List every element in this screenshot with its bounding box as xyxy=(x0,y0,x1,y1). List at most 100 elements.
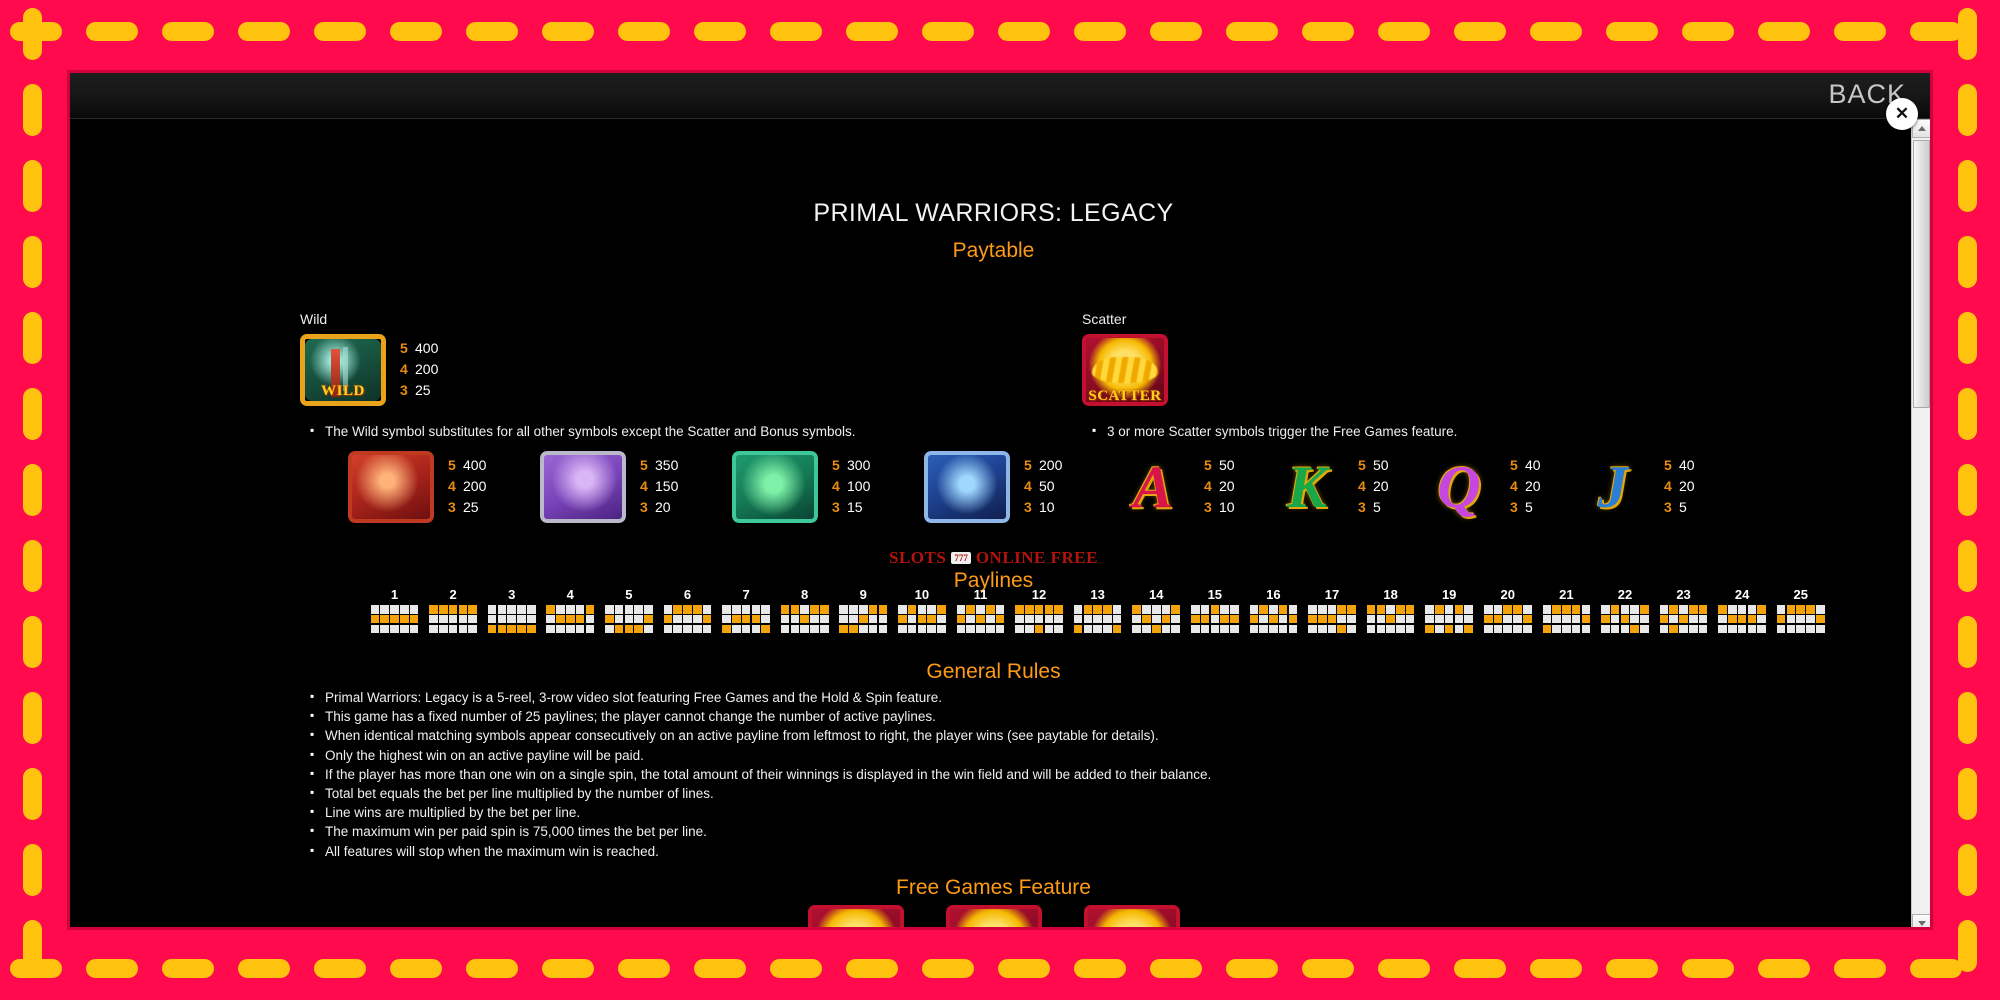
payline-cell xyxy=(1601,614,1610,624)
payline-number: 17 xyxy=(1324,587,1340,602)
payline-cell xyxy=(751,605,761,614)
payline-cell xyxy=(1581,624,1591,634)
payline-cell xyxy=(1503,614,1513,624)
payline-cell xyxy=(956,605,966,614)
payline-cell xyxy=(1757,624,1767,634)
payline-number: 23 xyxy=(1676,587,1691,602)
payline-cell xyxy=(1786,605,1796,614)
payline-cell xyxy=(722,605,731,614)
payline-cell xyxy=(790,614,800,624)
payline-cell xyxy=(1200,624,1210,634)
payline-cell xyxy=(722,624,731,634)
payline-cell xyxy=(858,614,868,624)
payline-cell xyxy=(634,605,643,614)
purple-huntress-payout-list: 5 350 4 150 3 20 xyxy=(640,451,678,518)
payline-cell xyxy=(1698,614,1708,624)
payline-cell xyxy=(741,605,751,614)
payline-cell xyxy=(546,624,556,634)
payline-cell xyxy=(1610,605,1620,614)
payline-cell xyxy=(1483,605,1493,614)
payout-count: 3 xyxy=(448,499,456,515)
payline-cell xyxy=(439,614,448,624)
payline-cell xyxy=(624,614,634,624)
payline-cell xyxy=(731,605,741,614)
payline-6: 6 xyxy=(663,587,712,634)
payout-count: 5 xyxy=(1510,457,1518,473)
payline-cell xyxy=(751,624,761,634)
scroll-down-arrow-icon[interactable] xyxy=(1912,914,1930,927)
payline-cell xyxy=(1679,605,1688,614)
payline-cell xyxy=(1816,605,1825,614)
payline-grid xyxy=(663,605,712,634)
payline-cell xyxy=(1044,624,1054,634)
payline-cell xyxy=(927,624,936,634)
payline-grid xyxy=(546,605,595,634)
wild-symbol-icon: WILD xyxy=(300,334,386,406)
payout-amount: 350 xyxy=(655,457,679,473)
payline-cell xyxy=(644,605,653,614)
payline-cell xyxy=(1806,624,1815,634)
payout-count: 3 xyxy=(1510,499,1518,515)
payline-cell xyxy=(1024,614,1034,624)
payline-cell xyxy=(507,605,516,614)
general-rules-list: Primal Warriors: Legacy is a 5-reel, 3-r… xyxy=(310,689,1211,863)
payline-cell xyxy=(458,624,468,634)
symbol-cell-card-k: K 5 50 4 20 3 5 xyxy=(1270,451,1389,523)
payout-amount: 20 xyxy=(1525,478,1541,494)
payline-cell xyxy=(1493,624,1503,634)
payline-number: 16 xyxy=(1266,587,1281,602)
payline-cell xyxy=(1689,624,1698,634)
payline-cell xyxy=(1220,624,1229,634)
payline-cell xyxy=(575,614,585,624)
payout-count: 4 xyxy=(832,478,840,494)
payline-cell xyxy=(819,605,829,614)
scrollbar-thumb[interactable] xyxy=(1913,140,1930,408)
payline-grid xyxy=(839,605,888,634)
payline-cell xyxy=(1669,614,1679,624)
scatter-caption: SCATTER xyxy=(1088,388,1162,404)
payline-cell xyxy=(868,624,878,634)
payline-cell xyxy=(1103,614,1112,624)
payline-grid xyxy=(1366,605,1415,634)
payline-cell xyxy=(780,624,790,634)
payline-cell xyxy=(1376,614,1386,624)
payline-cell xyxy=(1327,624,1337,634)
payout-amount: 300 xyxy=(847,457,871,473)
payline-cell xyxy=(1435,605,1444,614)
payline-cell xyxy=(985,614,995,624)
payline-cell xyxy=(1132,624,1141,634)
payline-cell xyxy=(1679,624,1688,634)
green-amulet-payout-row: 5 300 xyxy=(832,455,870,476)
payline-cell xyxy=(1327,605,1337,614)
payout-amount: 25 xyxy=(415,382,431,398)
card-k-payout-row: 35 xyxy=(1358,497,1389,518)
payline-cell xyxy=(858,624,868,634)
payline-cell xyxy=(1503,605,1513,614)
payline-cell xyxy=(1151,605,1161,614)
card-a-payout-row: 3 10 xyxy=(1204,497,1235,518)
payline-cell xyxy=(1024,605,1034,614)
payline-16: 16 xyxy=(1249,587,1298,634)
vertical-scrollbar[interactable] xyxy=(1911,119,1930,927)
payline-grid xyxy=(1776,605,1825,634)
payline-cell xyxy=(1425,605,1434,614)
payline-cell xyxy=(1435,624,1444,634)
green-amulet-icon xyxy=(732,451,818,523)
payline-cell xyxy=(1142,605,1151,614)
payline-cell xyxy=(1610,624,1620,634)
payline-cell xyxy=(1073,624,1083,634)
payline-cell xyxy=(1044,614,1054,624)
payline-cell xyxy=(1103,624,1112,634)
payline-23: 23 xyxy=(1659,587,1708,634)
payout-amount: 10 xyxy=(1039,499,1055,515)
section-heading-free-games: Free Games Feature xyxy=(896,876,1091,899)
payline-cell xyxy=(409,624,419,634)
payline-cell xyxy=(1806,605,1815,614)
payline-grid xyxy=(1132,605,1181,634)
payline-cell xyxy=(1513,624,1522,634)
close-icon[interactable]: ✕ xyxy=(1886,98,1918,130)
blue-crystal-payout-row: 4 50 xyxy=(1024,476,1062,497)
payline-5: 5 xyxy=(605,587,653,634)
payline-cell xyxy=(937,624,946,634)
watermark-right: ONLINE FREE xyxy=(975,548,1098,567)
